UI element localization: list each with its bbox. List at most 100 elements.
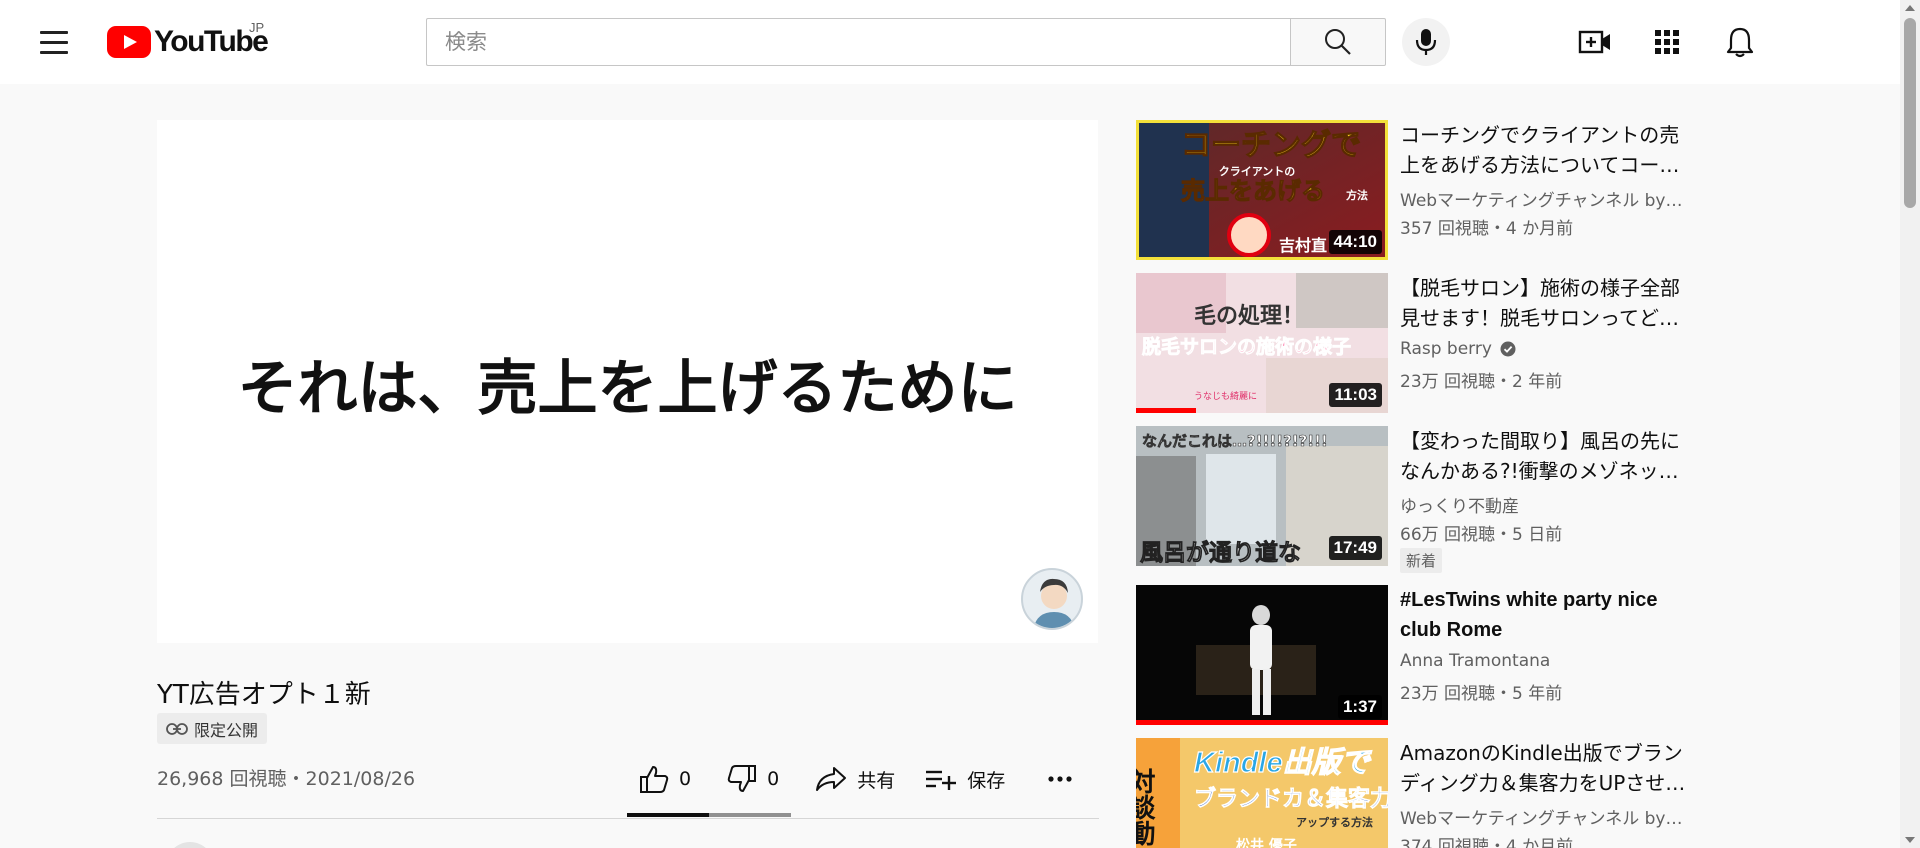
thumb-text: アップする方法 [1296, 815, 1373, 829]
verified-icon [1500, 341, 1516, 357]
recommendation-item[interactable]: 毛の処理！ 脱毛サロンの施術の様子 うなじも綺麗に 11:03 【脱毛サロン】施… [1136, 273, 1702, 413]
rec-title[interactable]: 【脱毛サロン】施術の様子全部見せます！脱毛サロンってど… [1400, 273, 1696, 333]
recommendation-item[interactable]: なんだこれは…?!!!!?!?!!! 風呂が通り道な 17:49 【変わった間取… [1136, 426, 1702, 573]
thumb-text: 脱毛サロンの施術の様子 [1142, 335, 1351, 358]
rec-channel-name: Rasp berry [1400, 339, 1492, 359]
thumb-text: Kindle出版で [1194, 747, 1373, 779]
save-label: 保存 [967, 769, 1006, 792]
views-and-date: 26,968 回視聴・2021/08/26 [157, 768, 416, 790]
dislike-count: 0 [767, 768, 780, 790]
thumb-text: 売上をあげる [1181, 177, 1325, 205]
link-icon [166, 722, 188, 735]
page-scrollbar[interactable] [1900, 0, 1920, 848]
recommendation-item[interactable]: コーチングで クライアントの 売上をあげる 方法 吉村直 44:10 コーチング… [1136, 120, 1702, 260]
rec-channel-name: Webマーケティングチャンネル by… [1400, 191, 1683, 211]
new-badge: 新着 [1400, 548, 1443, 573]
video-duration: 17:49 [1328, 536, 1382, 560]
rec-channel-name: ゆっくり不動産 [1400, 497, 1519, 517]
save-button[interactable]: 保存 [925, 766, 1005, 793]
divider [157, 818, 1099, 819]
recommendation-item[interactable]: 1:37 #LesTwins white party nice club Rom… [1136, 585, 1702, 725]
video-camera-plus-icon [1578, 30, 1610, 54]
youtube-play-icon [107, 26, 151, 58]
apps-grid-icon [1655, 30, 1679, 54]
rec-channel[interactable]: Rasp berry [1400, 339, 1696, 359]
video-thumbnail[interactable]: 毛の処理！ 脱毛サロンの施術の様子 うなじも綺麗に 11:03 [1136, 273, 1388, 413]
video-caption: それは、売上を上げるために [237, 354, 1018, 424]
video-duration: 11:03 [1329, 383, 1382, 407]
create-video-button[interactable] [1575, 22, 1615, 62]
recommendation-item[interactable]: 対談動 Kindle出版で ブランドカ＆集客力 アップする方法 松井 優子 Am… [1136, 738, 1702, 848]
share-icon [816, 767, 847, 791]
rec-title[interactable]: 【変わった間取り】風呂の先になんかある?!衝撃のメゾネッ… [1400, 426, 1696, 486]
scroll-up-arrow-icon[interactable] [1905, 5, 1915, 11]
thumb-text: 風呂が通り道な [1140, 539, 1301, 566]
apps-button[interactable] [1647, 22, 1687, 62]
rec-title[interactable]: AmazonのKindle出版でブランディング力＆集客力をUPさせ… [1400, 738, 1696, 798]
rec-title[interactable]: #LesTwins white party nice club Rome [1400, 585, 1696, 645]
search-button[interactable] [1290, 18, 1386, 66]
owner-avatar[interactable] [166, 842, 214, 848]
video-thumbnail[interactable]: コーチングで クライアントの 売上をあげる 方法 吉村直 44:10 [1136, 120, 1388, 260]
playlist-add-icon [926, 770, 957, 790]
search-bar [426, 18, 1386, 66]
video-player[interactable]: それは、売上を上げるために [157, 120, 1098, 643]
rec-channel[interactable]: Webマーケティングチャンネル by… [1400, 186, 1696, 211]
like-count: 0 [679, 768, 692, 790]
country-code: JP [249, 20, 265, 35]
video-thumbnail[interactable]: 1:37 [1136, 585, 1388, 725]
more-horizontal-icon [1048, 776, 1072, 782]
thumbs-down-icon [727, 765, 757, 792]
voice-search-button[interactable] [1402, 18, 1450, 66]
rec-channel-name: Anna Tramontana [1400, 651, 1551, 671]
top-header: YouTube JP [0, 0, 1900, 84]
scroll-down-arrow-icon[interactable] [1905, 837, 1915, 843]
privacy-badge: 限定公開 [157, 713, 268, 744]
video-thumbnail[interactable]: 対談動 Kindle出版で ブランドカ＆集客力 アップする方法 松井 優子 [1136, 738, 1388, 848]
channel-watermark[interactable] [1021, 568, 1083, 630]
like-ratio-fill [627, 813, 709, 817]
bell-icon [1726, 27, 1754, 58]
search-input[interactable] [426, 18, 1290, 66]
watch-progress-bar [1136, 408, 1197, 413]
thumb-text: 方法 [1346, 188, 1368, 202]
rec-meta: 374 回視聴・4 か月前 [1400, 837, 1574, 848]
microphone-icon [1415, 29, 1437, 55]
rec-channel[interactable]: ゆっくり不動産 [1400, 492, 1696, 517]
rec-meta: 66万 回視聴・5 日前 [1400, 525, 1563, 545]
thumb-text: コーチングで [1181, 128, 1361, 163]
thumbnail-image: 対談動 Kindle出版で ブランドカ＆集客力 アップする方法 松井 優子 [1136, 738, 1388, 848]
thumb-text: 対談動 [1136, 768, 1155, 847]
rec-channel[interactable]: Anna Tramontana [1400, 651, 1696, 671]
video-title: YT広告オプト１新 [157, 680, 371, 710]
video-duration: 1:37 [1337, 695, 1382, 719]
video-duration: 44:10 [1328, 230, 1382, 254]
menu-icon[interactable] [32, 22, 76, 62]
watch-progress-bar [1136, 720, 1388, 725]
dislike-button[interactable]: 0 [727, 765, 779, 793]
privacy-label: 限定公開 [194, 720, 259, 740]
share-label: 共有 [857, 769, 896, 792]
rec-channel-name: Webマーケティングチャンネル by… [1400, 809, 1683, 829]
thumb-text: 吉村直 [1279, 236, 1327, 255]
thumb-text: ブランドカ＆集客力 [1194, 786, 1388, 812]
thumb-text: なんだこれは…?!!!!?!?!!! [1142, 432, 1328, 450]
thumb-text: うなじも綺麗に [1194, 390, 1257, 402]
notifications-button[interactable] [1720, 22, 1760, 62]
rec-meta: 23万 回視聴・2 年前 [1400, 372, 1563, 392]
rec-channel[interactable]: Webマーケティングチャンネル by… [1400, 804, 1696, 829]
search-icon [1325, 29, 1351, 55]
video-actions: 0 0 共有 保存 [627, 758, 1073, 800]
like-ratio-bar [627, 813, 791, 817]
more-actions-button[interactable] [1047, 775, 1073, 783]
thumb-text: 毛の処理！ [1194, 303, 1304, 329]
like-button[interactable]: 0 [639, 765, 691, 793]
rec-title[interactable]: コーチングでクライアントの売上をあげる方法についてコー… [1400, 120, 1696, 180]
youtube-logo[interactable]: YouTube [107, 24, 269, 60]
video-thumbnail[interactable]: なんだこれは…?!!!!?!?!!! 風呂が通り道な 17:49 [1136, 426, 1388, 566]
rec-meta: 357 回視聴・4 か月前 [1400, 219, 1574, 239]
scrollbar-thumb[interactable] [1904, 18, 1916, 208]
rec-meta: 23万 回視聴・5 年前 [1400, 684, 1563, 704]
share-button[interactable]: 共有 [815, 766, 895, 793]
thumb-text: 松井 優子 [1236, 837, 1297, 848]
